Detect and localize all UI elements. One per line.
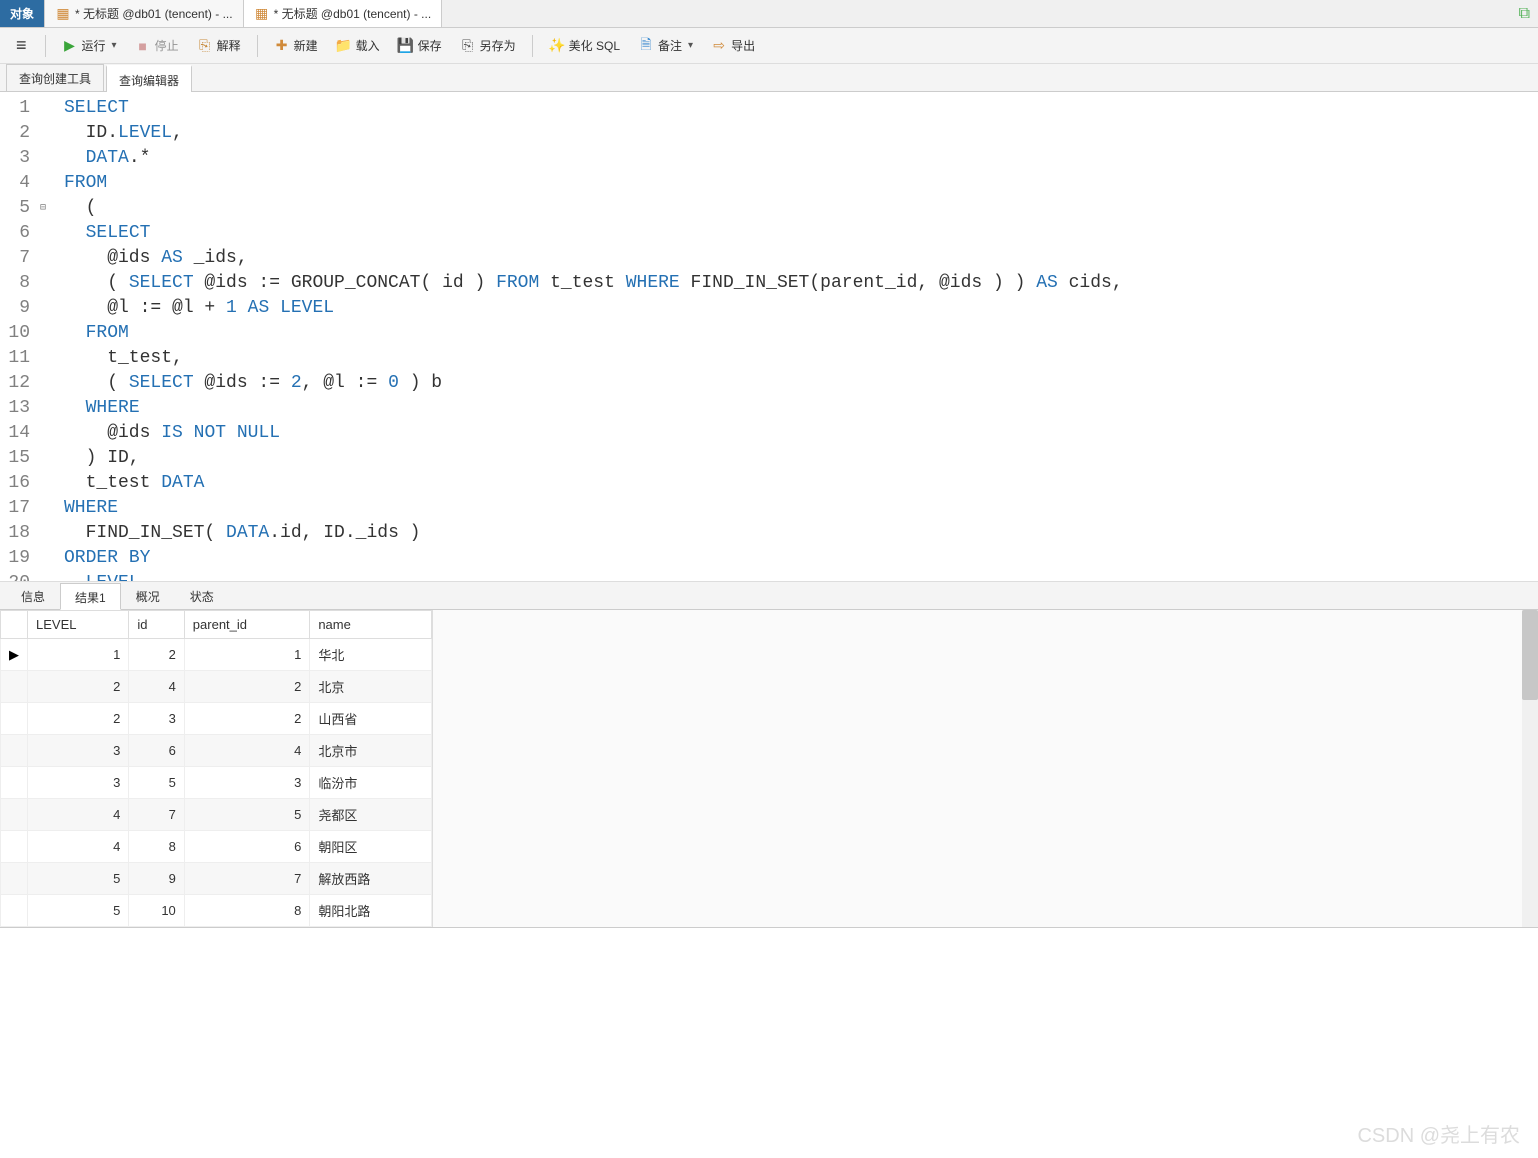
scroll-thumb[interactable] <box>1522 610 1538 700</box>
tab-query-builder[interactable]: 查询创建工具 <box>6 64 104 91</box>
new-label: 新建 <box>294 37 318 54</box>
grid-empty-area <box>432 610 1538 927</box>
tab-query-2[interactable]: ▦ * 无标题 @db01 (tencent) - ... <box>244 0 443 27</box>
save-button[interactable]: 💾 保存 <box>390 33 450 58</box>
tab-status[interactable]: 状态 <box>175 582 229 609</box>
separator <box>45 35 46 57</box>
result-grid: LEVELidparent_idname ▶121华北242北京232山西省36… <box>0 610 1538 928</box>
load-label: 载入 <box>356 37 380 54</box>
table-row[interactable]: 242北京 <box>1 671 432 703</box>
save-label: 保存 <box>418 37 442 54</box>
separator <box>257 35 258 57</box>
tab-object-label: 对象 <box>10 5 34 22</box>
tab-overview[interactable]: 概况 <box>121 582 175 609</box>
tab-object[interactable]: 对象 <box>0 0 45 27</box>
fold-gutter: ⊟ <box>40 92 58 581</box>
save-as-label: 另存为 <box>480 37 516 54</box>
export-icon: ⇨ <box>711 38 727 54</box>
table-row[interactable]: 353临汾市 <box>1 767 432 799</box>
menu-icon[interactable]: ≡ <box>6 35 37 56</box>
beautify-label: 美化 SQL <box>569 37 620 54</box>
new-icon: ✚ <box>274 38 290 54</box>
note-button[interactable]: 🗎 备注 <box>630 33 701 58</box>
separator <box>532 35 533 57</box>
tab-query-2-label: * 无标题 @db01 (tencent) - ... <box>274 5 432 22</box>
code-content[interactable]: SELECT ID.LEVEL, DATA.*FROM ( SELECT @id… <box>58 92 1538 581</box>
column-parent_id[interactable]: parent_id <box>184 611 310 639</box>
watermark: CSDN @尧上有农 <box>1357 1119 1520 1148</box>
window-tab-bar: 对象 ▦ * 无标题 @db01 (tencent) - ... ▦ * 无标题… <box>0 0 1538 28</box>
table-row[interactable]: 475尧都区 <box>1 799 432 831</box>
load-button[interactable]: 📁 载入 <box>328 33 388 58</box>
run-button[interactable]: ▶ 运行 <box>54 33 125 58</box>
result-tab-bar: 信息 结果1 概况 状态 <box>0 582 1538 610</box>
note-label: 备注 <box>658 37 682 54</box>
wand-icon: ✨ <box>549 38 565 54</box>
play-icon: ▶ <box>62 38 78 54</box>
toolbar: ≡ ▶ 运行 ■ 停止 ⎘ 解释 ✚ 新建 📁 载入 💾 保存 ⎘ 另存为 ✨ … <box>0 28 1538 64</box>
save-as-icon: ⎘ <box>460 38 476 54</box>
export-label: 导出 <box>731 37 755 54</box>
tab-query-1-label: * 无标题 @db01 (tencent) - ... <box>75 5 233 22</box>
result-table[interactable]: LEVELidparent_idname ▶121华北242北京232山西省36… <box>0 610 432 927</box>
table-row[interactable]: 364北京市 <box>1 735 432 767</box>
column-LEVEL[interactable]: LEVEL <box>28 611 129 639</box>
tab-query-1[interactable]: ▦ * 无标题 @db01 (tencent) - ... <box>45 0 244 27</box>
new-button[interactable]: ✚ 新建 <box>266 33 326 58</box>
add-tab-icon[interactable]: ⧉ <box>1511 1 1538 27</box>
table-row[interactable]: ▶121华北 <box>1 639 432 671</box>
sql-editor[interactable]: 1234567891011121314151617181920 ⊟ SELECT… <box>0 92 1538 582</box>
table-row[interactable]: 232山西省 <box>1 703 432 735</box>
editor-tab-bar: 查询创建工具 查询编辑器 <box>0 64 1538 92</box>
stop-button[interactable]: ■ 停止 <box>127 33 187 58</box>
note-icon: 🗎 <box>638 38 654 54</box>
explain-button[interactable]: ⎘ 解释 <box>189 33 249 58</box>
table-row[interactable]: 486朝阳区 <box>1 831 432 863</box>
explain-icon: ⎘ <box>197 38 213 54</box>
tab-query-editor[interactable]: 查询编辑器 <box>106 65 192 92</box>
tab-info[interactable]: 信息 <box>6 582 60 609</box>
query-icon: ▦ <box>254 6 270 22</box>
stop-icon: ■ <box>135 38 151 54</box>
stop-label: 停止 <box>155 37 179 54</box>
column-name[interactable]: name <box>310 611 432 639</box>
query-icon: ▦ <box>55 6 71 22</box>
line-gutter: 1234567891011121314151617181920 <box>0 92 40 581</box>
run-label: 运行 <box>82 37 106 54</box>
folder-icon: 📁 <box>336 38 352 54</box>
save-icon: 💾 <box>398 38 414 54</box>
save-as-button[interactable]: ⎘ 另存为 <box>452 33 524 58</box>
export-button[interactable]: ⇨ 导出 <box>703 33 763 58</box>
table-row[interactable]: 597解放西路 <box>1 863 432 895</box>
table-row[interactable]: 5108朝阳北路 <box>1 895 432 927</box>
scrollbar-vertical[interactable] <box>1522 610 1538 927</box>
explain-label: 解释 <box>217 37 241 54</box>
column-id[interactable]: id <box>129 611 184 639</box>
beautify-button[interactable]: ✨ 美化 SQL <box>541 33 628 58</box>
tab-result-1[interactable]: 结果1 <box>60 583 121 610</box>
